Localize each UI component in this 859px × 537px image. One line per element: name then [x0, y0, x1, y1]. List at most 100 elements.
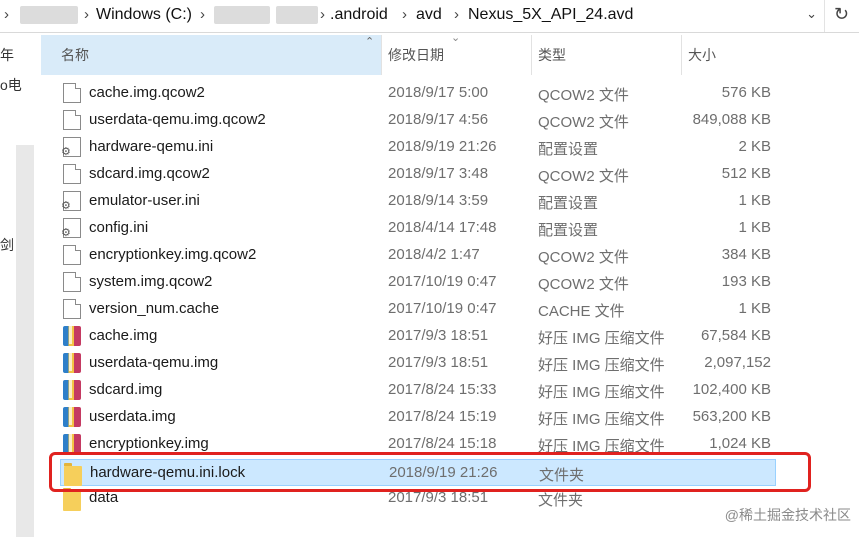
file-size: 1 KB — [738, 192, 771, 209]
file-date: 2018/9/19 21:26 — [388, 138, 497, 155]
file-name: version_num.cache — [89, 300, 220, 317]
file-row[interactable]: userdata-qemu.img.qcow2 2018/9/17 4:56 QCO… — [41, 107, 777, 134]
archive-icon — [63, 407, 81, 427]
file-icon — [63, 110, 81, 130]
file-type: 配置设置 — [538, 195, 599, 212]
file-date: 2018/4/2 1:47 — [388, 246, 480, 263]
file-date: 2017/10/19 0:47 — [388, 273, 497, 290]
nav-item-label[interactable]: 剑 — [0, 235, 14, 255]
file-row[interactable]: ⚙ config.ini 2018/4/14 17:48 配置设置 1 KB — [41, 215, 777, 242]
file-date: 2018/9/14 3:59 — [388, 192, 489, 209]
file-row[interactable]: cache.img 2017/9/3 18:51 好压 IMG 压缩文件 67,584… — [41, 323, 777, 350]
file-name: sdcard.img — [89, 381, 163, 398]
crumb-current[interactable]: Nexus_5X_API_24.avd — [468, 6, 633, 24]
file-name: emulator-user.ini — [89, 192, 200, 209]
file-row[interactable]: userdata.img 2017/8/24 15:19 好压 IMG 压缩文件 56… — [41, 404, 777, 431]
file-type: CACHE 文件 — [538, 303, 625, 320]
file-icon — [63, 164, 81, 184]
file-date: 2017/9/3 18:51 — [388, 327, 489, 344]
red-highlight-box — [49, 452, 811, 492]
column-type-header[interactable]: 类型 — [531, 35, 688, 75]
crumb-drive[interactable]: Windows (C:) — [96, 6, 192, 24]
file-name: encryptionkey.img.qcow2 — [89, 246, 257, 263]
file-type: QCOW2 文件 — [538, 249, 629, 266]
file-type: QCOW2 文件 — [538, 168, 629, 185]
file-row[interactable]: encryptionkey.img.qcow2 2018/4/2 1:47 QCOW… — [41, 242, 777, 269]
file-size: 1 KB — [738, 300, 771, 317]
refresh-icon[interactable]: ↻ — [834, 4, 849, 25]
file-size: 1,024 KB — [709, 435, 771, 452]
file-row[interactable]: sdcard.img.qcow2 2018/9/17 3:48 QCOW2 文件 51… — [41, 161, 777, 188]
file-date: 2017/8/24 15:19 — [388, 408, 497, 425]
file-name: system.img.qcow2 — [89, 273, 213, 290]
file-type: 好压 IMG 压缩文件 — [538, 384, 665, 401]
nav-item-label[interactable]: o电 — [0, 75, 22, 95]
file-date: 2018/9/17 3:48 — [388, 165, 489, 182]
file-size: 384 KB — [721, 246, 771, 263]
file-size: 576 KB — [721, 84, 771, 101]
file-type: QCOW2 文件 — [538, 114, 629, 131]
file-name: encryptionkey.img — [89, 435, 209, 452]
file-name: cache.img — [89, 327, 158, 344]
file-date: 2018/9/17 5:00 — [388, 84, 489, 101]
file-icon — [63, 272, 81, 292]
folder-icon — [63, 488, 81, 511]
archive-icon — [63, 353, 81, 373]
chevron-right-icon: › — [200, 6, 205, 23]
column-size-header[interactable]: 大小 — [681, 35, 798, 75]
file-size: 512 KB — [721, 165, 771, 182]
crumb-avd[interactable]: avd — [416, 6, 442, 24]
file-date: 2017/8/24 15:33 — [388, 381, 497, 398]
file-type: 配置设置 — [538, 222, 599, 239]
file-row[interactable]: system.img.qcow2 2017/10/19 0:47 QCOW2 文件 1… — [41, 269, 777, 296]
file-type: 好压 IMG 压缩文件 — [538, 330, 665, 347]
chevron-up-icon: ⌃ — [365, 36, 375, 48]
column-date-label: 修改日期 — [388, 47, 444, 63]
file-type: 好压 IMG 压缩文件 — [538, 357, 665, 374]
separator — [824, 0, 825, 32]
file-size: 2 KB — [738, 138, 771, 155]
archive-icon — [63, 380, 81, 400]
file-size: 849,088 KB — [692, 111, 771, 128]
chevron-down-icon[interactable]: ⌄ — [806, 6, 817, 22]
file-name: config.ini — [89, 219, 149, 236]
chevron-right-icon: › — [84, 6, 89, 23]
blurred-crumb — [20, 6, 78, 24]
file-date: 2017/10/19 0:47 — [388, 300, 497, 317]
file-size: 193 KB — [721, 273, 771, 290]
file-type: 配置设置 — [538, 141, 599, 158]
file-type: 好压 IMG 压缩文件 — [538, 411, 665, 428]
column-name-header[interactable]: 名称 — [41, 35, 381, 75]
address-bar[interactable]: › › Windows (C:) › › .android › avd › Ne… — [0, 0, 859, 33]
chevron-right-icon[interactable]: › — [4, 6, 9, 23]
nav-item-label[interactable]: 年 — [0, 45, 14, 65]
file-row[interactable]: ⚙ emulator-user.ini 2018/9/14 3:59 配置设置 1 KB — [41, 188, 777, 215]
column-type-label: 类型 — [538, 47, 566, 63]
file-row[interactable]: cache.img.qcow2 2018/9/17 5:00 QCOW2 文件 576… — [41, 80, 777, 107]
file-name: hardware-qemu.ini — [89, 138, 214, 155]
file-row[interactable]: version_num.cache 2017/10/19 0:47 CACHE 文件… — [41, 296, 777, 323]
column-size-label: 大小 — [688, 47, 716, 63]
settings-file-icon: ⚙ — [61, 218, 81, 239]
blurred-crumb — [276, 6, 318, 24]
file-name: cache.img.qcow2 — [89, 84, 205, 101]
file-name: userdata-qemu.img — [89, 354, 219, 371]
column-name-label: 名称 — [61, 47, 89, 63]
column-header: 名称 ⌃ 修改日期 ⌄ 类型 大小 — [41, 32, 859, 75]
file-row[interactable]: ⚙ hardware-qemu.ini 2018/9/19 21:26 配置设置 2 K… — [41, 134, 777, 161]
file-row[interactable]: sdcard.img 2017/8/24 15:33 好压 IMG 压缩文件 102,… — [41, 377, 777, 404]
chevron-right-icon: › — [402, 6, 407, 23]
file-size: 102,400 KB — [692, 381, 771, 398]
file-date: 2018/4/14 17:48 — [388, 219, 497, 236]
file-date: 2017/8/24 15:18 — [388, 435, 497, 452]
settings-file-icon: ⚙ — [61, 137, 81, 158]
file-name: sdcard.img.qcow2 — [89, 165, 210, 182]
file-row[interactable]: userdata-qemu.img 2017/9/3 18:51 好压 IMG 压缩… — [41, 350, 777, 377]
navigation-pane[interactable]: 年 o电 剑 — [0, 33, 36, 537]
file-size: 1 KB — [738, 219, 771, 236]
chevron-right-icon: › — [454, 6, 459, 23]
nav-scrollbar[interactable] — [16, 145, 34, 537]
chevron-right-icon: › — [320, 6, 325, 23]
crumb-android[interactable]: .android — [330, 6, 388, 24]
file-type: 文件夹 — [538, 492, 584, 509]
